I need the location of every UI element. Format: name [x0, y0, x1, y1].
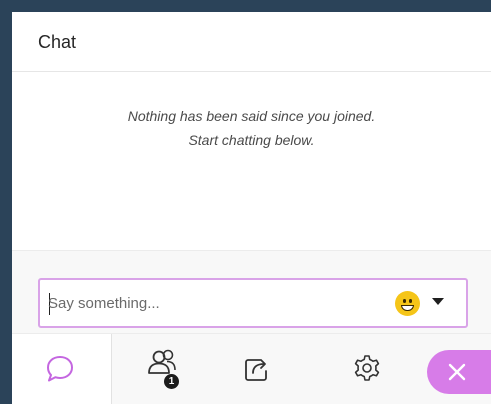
- share-content-button[interactable]: [227, 334, 287, 404]
- smiley-emoji-icon[interactable]: [395, 291, 420, 316]
- caret-down-icon: [432, 298, 444, 305]
- chat-header: Chat: [12, 12, 491, 72]
- emoji-mouth: [401, 305, 414, 311]
- panel-title: Chat: [38, 32, 77, 52]
- window-top-edge: [12, 0, 491, 12]
- attendee-count-badge: 1: [164, 374, 179, 389]
- attendees-button[interactable]: 1: [132, 334, 192, 404]
- close-panel-button[interactable]: [427, 350, 491, 394]
- chat-bubble-icon: [47, 356, 73, 382]
- chat-panel: Chat Nothing has been said since you joi…: [12, 12, 491, 404]
- empty-message-line-2: Start chatting below.: [188, 132, 315, 148]
- bottom-toolbar: 1: [12, 334, 491, 404]
- emoji-left-eye: [403, 299, 406, 303]
- emoji-right-eye: [409, 299, 412, 303]
- close-icon: [448, 363, 466, 381]
- window-left-edge: [0, 0, 12, 404]
- emoji-dropdown-button[interactable]: [426, 290, 450, 316]
- chat-window: Chat Nothing has been said since you joi…: [0, 0, 491, 404]
- compose-area: [12, 250, 491, 334]
- message-input-box[interactable]: [38, 278, 468, 328]
- empty-chat-message: Nothing has been said since you joined. …: [12, 104, 491, 152]
- message-input[interactable]: [48, 289, 378, 317]
- empty-message-line-1: Nothing has been said since you joined.: [127, 108, 376, 124]
- chat-tab-button[interactable]: [12, 334, 112, 404]
- settings-button[interactable]: [337, 334, 397, 404]
- settings-gear-icon: [354, 355, 380, 381]
- share-content-icon: [245, 359, 267, 381]
